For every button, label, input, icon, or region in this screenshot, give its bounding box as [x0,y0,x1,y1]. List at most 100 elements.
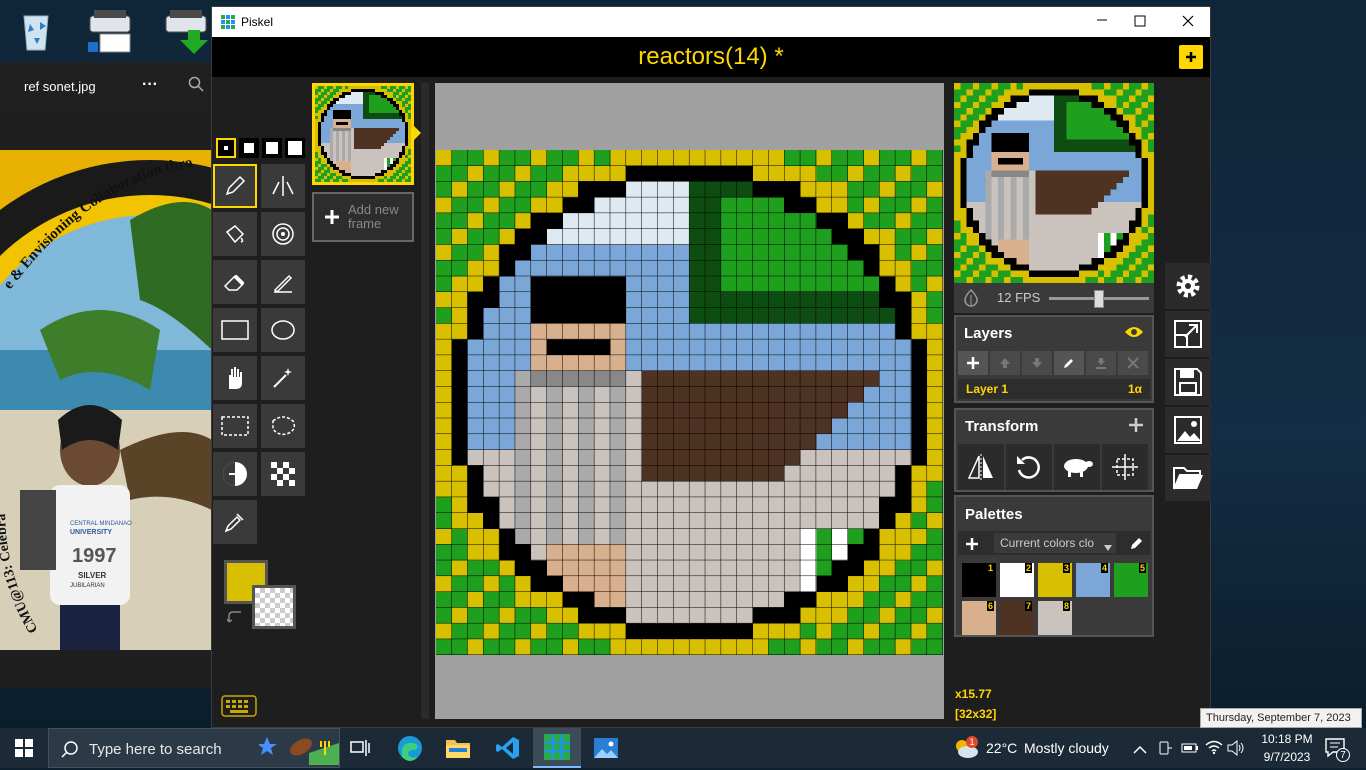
palette-swatch[interactable]: 4 [1076,563,1110,597]
rectangle-tool[interactable] [213,308,257,352]
vertical-mirror-pen-tool[interactable] [261,164,305,208]
pen-tool[interactable] [213,164,257,208]
minimize-button[interactable] [1092,13,1112,31]
edit-palette-icon[interactable] [1130,536,1144,555]
stroke-tool[interactable] [261,260,305,304]
battery-icon[interactable] [1181,741,1199,759]
shape-selection-tool[interactable] [261,356,305,400]
main-canvas[interactable] [436,150,943,655]
delete-x-icon [1127,357,1139,369]
task-view-button[interactable] [336,728,384,768]
pencil-icon [1064,359,1073,368]
layer-visibility-eye-icon[interactable] [1124,325,1144,344]
pen-size-2[interactable] [239,138,259,158]
file-explorer-app[interactable] [434,728,482,768]
photos-app[interactable] [582,728,630,768]
palette-swatch[interactable]: 6 [962,601,996,635]
show-hidden-icons-icon[interactable] [1133,742,1147,760]
transform-add-icon[interactable] [1129,418,1143,437]
lasso-selection-tool[interactable] [261,404,305,448]
eraser-tool[interactable] [213,260,257,304]
palette-swatch-number: 7 [1024,601,1032,611]
transform-panel: Transform [954,408,1154,492]
add-palette-icon[interactable] [966,537,978,555]
center-align-icon [1112,454,1138,480]
paint-same-pixels-tool[interactable] [261,212,305,256]
palette-swatch[interactable]: 3 [1038,563,1072,597]
open-button[interactable] [1165,455,1211,501]
export-button[interactable] [1165,407,1211,453]
lighten-tool[interactable] [213,452,257,496]
palette-swatch[interactable]: 8 [1038,601,1072,635]
weather-temperature[interactable]: 22°C [986,740,1017,756]
resize-button[interactable] [1165,311,1211,357]
search-box[interactable]: Type here to search [48,728,340,768]
zoom-search-icon[interactable] [188,76,204,95]
recycle-bin-icon[interactable] [12,6,68,58]
palette-swatch-number: 4 [1100,563,1108,573]
circle-tool[interactable] [261,308,305,352]
viewer-more-button[interactable]: ··· [142,76,158,94]
weather-description[interactable]: Mostly cloudy [1024,740,1109,756]
pen-size-1[interactable] [216,138,236,158]
edge-app[interactable] [386,728,434,768]
wifi-icon[interactable] [1205,739,1223,760]
add-layer-button[interactable] [958,351,988,375]
volume-icon[interactable] [1227,739,1245,761]
pen-size-4[interactable] [285,138,305,158]
swap-colors-icon[interactable] [226,610,245,631]
scanner-shortcut-icon[interactable] [86,6,142,58]
keyboard-shortcuts-icon[interactable] [221,695,257,722]
piskel-app[interactable] [533,728,581,768]
delete-layer-button[interactable] [1118,351,1148,375]
save-button[interactable] [1165,359,1211,405]
add-frame-button[interactable]: Add new frame [312,192,414,242]
lasso-icon [272,416,296,436]
rect-select-icon [221,416,249,436]
clone-button[interactable] [1054,444,1100,490]
sprite-size: [32x32] [955,707,997,721]
pen-size-3[interactable] [262,138,282,158]
close-button[interactable] [1182,15,1194,30]
new-sprite-button[interactable] [1179,45,1203,69]
document-title[interactable]: reactors(14) * [212,37,1210,77]
color-picker-tool[interactable] [213,500,257,544]
floppy-disk-icon [1174,368,1202,396]
pen-size-group [216,138,308,158]
dithering-tool[interactable] [261,452,305,496]
palette-swatch[interactable]: 7 [1000,601,1034,635]
move-layer-up-button[interactable] [990,351,1020,375]
start-button[interactable] [0,728,48,768]
secondary-color-swatch[interactable] [255,588,293,626]
magic-wand-icon [273,368,292,388]
circle-icon [271,320,295,340]
clock-date[interactable]: 9/7/2023 [1254,750,1320,764]
flip-button[interactable] [958,444,1004,490]
vscode-app[interactable] [484,728,532,768]
move-layer-down-button[interactable] [1022,351,1052,375]
paint-bucket-tool[interactable] [213,212,257,256]
onion-skin-icon[interactable] [962,288,980,312]
meet-now-icon[interactable] [1157,740,1173,761]
shirt-text-5: JUBILARIAN [70,583,105,589]
rotate-button[interactable] [1006,444,1052,490]
merge-layer-button[interactable] [1086,351,1116,375]
palette-select[interactable]: Current colors clo [994,533,1116,553]
align-center-button[interactable] [1102,444,1148,490]
palette-swatch[interactable]: 2 [1000,563,1034,597]
fps-slider-thumb[interactable] [1094,290,1104,308]
scan-download-icon[interactable] [162,6,218,58]
arrow-down-icon [1032,358,1042,368]
maximize-button[interactable] [1134,15,1146,30]
palette-swatch[interactable]: 1 [962,563,996,597]
frames-scrollbar[interactable] [421,83,429,719]
resize-icon [1174,320,1202,348]
rectangle-selection-tool[interactable] [213,404,257,448]
frame-thumbnail-1[interactable] [312,83,414,185]
move-tool[interactable] [213,356,257,400]
rename-layer-button[interactable] [1054,351,1084,375]
layer-row-1[interactable]: Layer 1 1α [958,379,1150,399]
clock-time[interactable]: 10:18 PM [1254,732,1320,746]
settings-button[interactable] [1165,263,1211,309]
palette-swatch[interactable]: 5 [1114,563,1148,597]
